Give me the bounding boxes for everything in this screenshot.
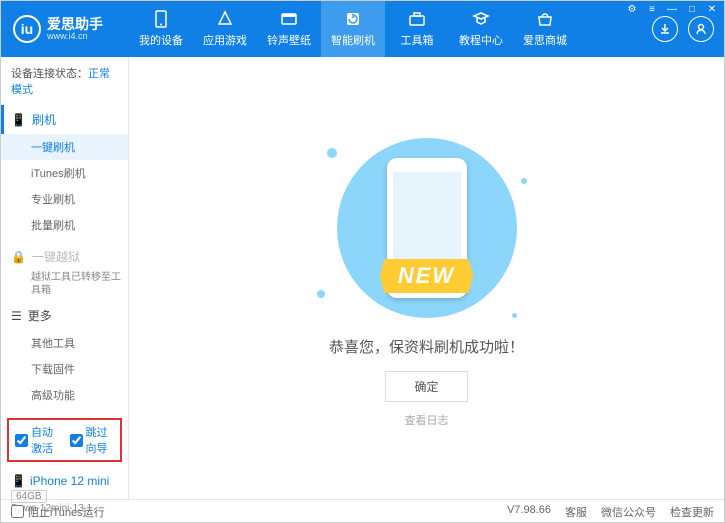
minimize-icon[interactable]: —	[665, 2, 679, 16]
main-content: NEW 恭喜您，保资料刷机成功啦！ 确定 查看日志	[129, 57, 724, 499]
sidebar-item-download-firmware[interactable]: 下载固件	[1, 356, 128, 382]
nav-ringtone[interactable]: 铃声壁纸	[257, 1, 321, 57]
toolbox-icon	[407, 10, 427, 28]
sidebar-item-batch-flash[interactable]: 批量刷机	[1, 212, 128, 238]
auto-activate-checkbox[interactable]: 自动激活	[15, 424, 60, 456]
apps-icon	[215, 10, 235, 28]
app-title: 爱思助手	[47, 17, 103, 31]
maximize-icon[interactable]: □	[685, 2, 699, 16]
nav-toolbox[interactable]: 工具箱	[385, 1, 449, 57]
settings-icon[interactable]: ⚙	[625, 2, 639, 16]
options-box: 自动激活 跳过向导	[7, 418, 122, 462]
connection-status: 设备连接状态：正常模式	[1, 57, 128, 105]
device-icon: 📱	[11, 474, 26, 488]
phone-small-icon: 📱	[11, 113, 26, 127]
ok-button[interactable]: 确定	[385, 371, 467, 402]
main-nav: 我的设备 应用游戏 铃声壁纸 智能刷机 工具箱 教程中心 爱思商城	[129, 1, 652, 57]
nav-apps[interactable]: 应用游戏	[193, 1, 257, 57]
view-log-link[interactable]: 查看日志	[405, 412, 449, 428]
nav-my-device[interactable]: 我的设备	[129, 1, 193, 57]
sidebar-flash-header[interactable]: 📱 刷机	[1, 105, 128, 134]
phone-icon	[151, 10, 171, 28]
nav-store[interactable]: 爱思商城	[513, 1, 577, 57]
logo[interactable]: iu 爱思助手 www.i4.cn	[1, 15, 129, 43]
user-button[interactable]	[688, 16, 714, 42]
check-update-link[interactable]: 检查更新	[670, 504, 714, 520]
download-button[interactable]	[652, 16, 678, 42]
sidebar: 设备连接状态：正常模式 📱 刷机 一键刷机 iTunes刷机 专业刷机 批量刷机…	[1, 57, 129, 499]
sidebar-item-oneclick-flash[interactable]: 一键刷机	[1, 134, 128, 160]
tutorial-icon	[471, 10, 491, 28]
wechat-link[interactable]: 微信公众号	[601, 504, 656, 520]
menu-icon[interactable]: ≡	[645, 2, 659, 16]
success-message: 恭喜您，保资料刷机成功啦！	[329, 336, 524, 357]
app-url: www.i4.cn	[47, 31, 103, 41]
nav-tutorial[interactable]: 教程中心	[449, 1, 513, 57]
skip-guide-checkbox[interactable]: 跳过向导	[70, 424, 115, 456]
device-capacity: 64GB	[11, 490, 47, 503]
menu-small-icon: ☰	[11, 309, 22, 323]
new-banner: NEW	[380, 259, 473, 293]
support-link[interactable]: 客服	[565, 504, 587, 520]
logo-icon: iu	[13, 15, 41, 43]
sidebar-item-other-tools[interactable]: 其他工具	[1, 330, 128, 356]
lock-icon: 🔒	[11, 250, 26, 264]
jailbreak-note: 越狱工具已转移至工具箱	[1, 271, 128, 297]
close-icon[interactable]: ✕	[705, 2, 719, 16]
app-header: iu 爱思助手 www.i4.cn 我的设备 应用游戏 铃声壁纸 智能刷机 工具…	[1, 1, 724, 57]
sidebar-item-itunes-flash[interactable]: iTunes刷机	[1, 160, 128, 186]
success-illustration: NEW	[297, 128, 557, 328]
flash-icon	[343, 10, 363, 28]
nav-flash[interactable]: 智能刷机	[321, 1, 385, 57]
store-icon	[535, 10, 555, 28]
ringtone-icon	[279, 10, 299, 28]
sidebar-item-pro-flash[interactable]: 专业刷机	[1, 186, 128, 212]
sidebar-jailbreak-header: 🔒 一键越狱	[1, 242, 128, 271]
version-label: V7.98.66	[507, 504, 551, 520]
sidebar-more-header[interactable]: ☰ 更多	[1, 301, 128, 330]
sidebar-item-advanced[interactable]: 高级功能	[1, 382, 128, 408]
block-itunes-checkbox[interactable]: 阻止iTunes运行	[11, 504, 105, 520]
